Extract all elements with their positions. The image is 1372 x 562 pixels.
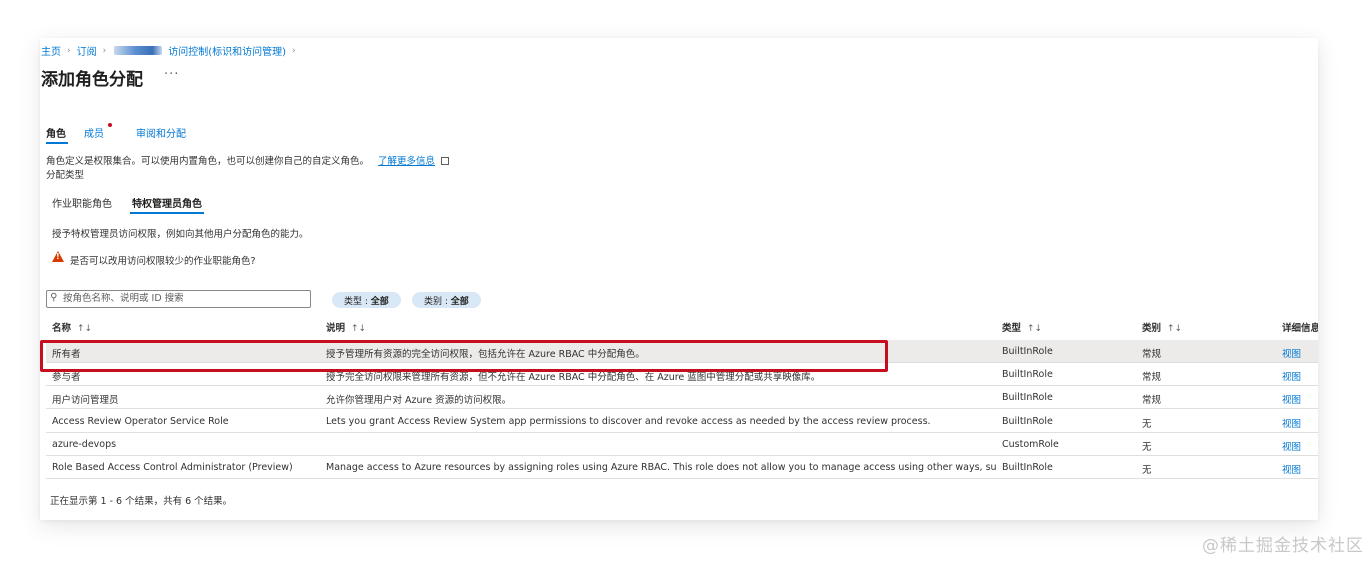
tab-active-indicator xyxy=(46,142,68,144)
external-link-icon xyxy=(441,157,450,165)
role-description-cell: 允许你管理用户对 Azure 资源的访问权限。 xyxy=(326,395,512,406)
type-filter-label: 类型 : xyxy=(344,297,371,307)
subtab-active-indicator xyxy=(130,212,204,214)
required-indicator-icon xyxy=(108,123,112,127)
role-category: 常规 xyxy=(1142,395,1162,406)
role-description-text: 角色定义是权限集合。可以使用内置角色，也可以创建你自己的自定义角色。 xyxy=(46,156,370,167)
page-title: 添加角色分配 xyxy=(41,70,143,90)
view-details-link[interactable]: 视图 xyxy=(1282,439,1301,453)
view-details-link[interactable]: 视图 xyxy=(1282,346,1301,360)
privileged-hint: 授予特权管理员访问权限，例如向其他用户分配角色的能力。 xyxy=(52,229,309,240)
sort-icon: ↑↓ xyxy=(351,324,367,334)
role-description: 角色定义是权限集合。可以使用内置角色，也可以创建你自己的自定义角色。 了解更多信… xyxy=(46,153,450,167)
role-category: 常规 xyxy=(1142,349,1162,360)
sort-icon: ↑↓ xyxy=(1167,324,1183,334)
role-name: azure-devops xyxy=(52,439,117,450)
more-options-icon[interactable]: ··· xyxy=(164,67,179,82)
subtab-job-function[interactable]: 作业职能角色 xyxy=(52,195,112,210)
table-row[interactable]: 用户访问管理员 允许你管理用户对 Azure 资源的访问权限。 BuiltInR… xyxy=(46,386,1318,409)
breadcrumb: 主页 › 订阅 › 访问控制(标识和访问管理) › xyxy=(41,43,302,59)
view-details-link[interactable]: 视图 xyxy=(1282,392,1301,406)
column-type-label: 类型 xyxy=(1002,323,1022,334)
role-name: Role Based Access Control Administrator … xyxy=(52,462,293,473)
tab-members[interactable]: 成员 xyxy=(84,125,104,140)
breadcrumb-access-control[interactable]: 访问控制(标识和访问管理) xyxy=(168,43,286,58)
column-header-type[interactable]: 类型 ↑↓ xyxy=(1002,320,1042,334)
role-type: BuiltInRole xyxy=(1002,416,1053,427)
breadcrumb-subscription[interactable]: 订阅 xyxy=(77,43,97,58)
role-category: 无 xyxy=(1142,442,1152,453)
chevron-right-icon: › xyxy=(292,45,296,56)
role-type: BuiltInRole xyxy=(1002,346,1053,357)
sort-icon: ↑↓ xyxy=(1027,324,1043,334)
view-details-link[interactable]: 视图 xyxy=(1282,462,1301,476)
column-header-description[interactable]: 说明 ↑↓ xyxy=(326,320,366,334)
role-name: 用户访问管理员 xyxy=(52,395,119,406)
view-details-link[interactable]: 视图 xyxy=(1282,369,1301,383)
column-header-category[interactable]: 类别 ↑↓ xyxy=(1142,320,1182,334)
role-name: Access Review Operator Service Role xyxy=(52,416,229,427)
column-category-label: 类别 xyxy=(1142,323,1162,334)
column-description-label: 说明 xyxy=(326,323,346,334)
role-category: 无 xyxy=(1142,465,1152,476)
role-assignment-panel: 主页 › 订阅 › 访问控制(标识和访问管理) › 添加角色分配 ··· 角色 … xyxy=(40,38,1318,520)
warning-icon-mark: ! xyxy=(56,252,60,261)
role-type: BuiltInRole xyxy=(1002,392,1053,403)
results-count: 正在显示第 1 - 6 个结果，共有 6 个结果。 xyxy=(50,496,233,507)
role-category: 常规 xyxy=(1142,372,1162,383)
column-name-label: 名称 xyxy=(52,323,72,334)
table-row[interactable]: azure-devops CustomRole 无 视图 xyxy=(46,433,1318,456)
role-description-cell: Manage access to Azure resources by assi… xyxy=(326,462,996,473)
tab-role[interactable]: 角色 xyxy=(46,125,66,140)
highlight-box xyxy=(40,340,888,372)
category-filter-label: 类别 : xyxy=(424,297,451,307)
role-type: BuiltInRole xyxy=(1002,369,1053,380)
sort-icon: ↑↓ xyxy=(77,324,93,334)
role-category: 无 xyxy=(1142,419,1152,430)
breadcrumb-home[interactable]: 主页 xyxy=(41,43,61,58)
search-icon: ⚲ xyxy=(50,292,58,303)
category-filter-value: 全部 xyxy=(450,297,469,307)
warning-text: 是否可以改用访问权限较少的作业职能角色? xyxy=(70,256,256,267)
category-filter-pill[interactable]: 类别 : 全部 xyxy=(412,292,481,308)
watermark: @稀土掘金技术社区 xyxy=(1202,536,1364,556)
column-header-details: 详细信息 xyxy=(1282,323,1318,334)
view-details-link[interactable]: 视图 xyxy=(1282,416,1301,430)
table-row[interactable]: Role Based Access Control Administrator … xyxy=(46,456,1318,479)
chevron-right-icon: › xyxy=(102,45,107,56)
subtab-privileged-admin[interactable]: 特权管理员角色 xyxy=(132,195,202,210)
table-row[interactable]: Access Review Operator Service Role Lets… xyxy=(46,410,1318,433)
type-filter-value: 全部 xyxy=(370,297,389,307)
role-type: BuiltInRole xyxy=(1002,462,1053,473)
type-filter-pill[interactable]: 类型 : 全部 xyxy=(332,292,401,308)
search-input[interactable] xyxy=(63,291,303,306)
tab-review-assign[interactable]: 审阅和分配 xyxy=(136,125,186,140)
role-description-cell: Lets you grant Access Review System app … xyxy=(326,416,931,427)
learn-more-link[interactable]: 了解更多信息 xyxy=(378,156,435,167)
breadcrumb-redacted xyxy=(114,46,163,55)
role-type: CustomRole xyxy=(1002,439,1059,450)
column-header-name[interactable]: 名称 ↑↓ xyxy=(52,320,92,334)
assignment-type-label: 分配类型 xyxy=(46,170,85,181)
chevron-right-icon: › xyxy=(67,45,71,56)
